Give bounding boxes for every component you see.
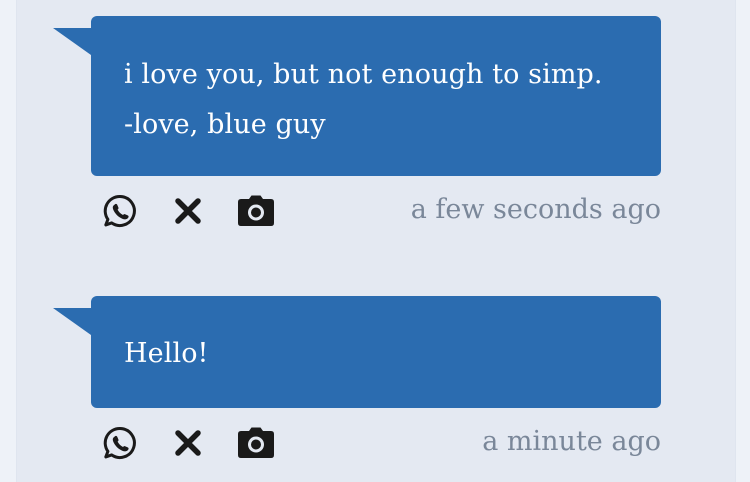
camera-icon [238,427,274,458]
x-share-button[interactable] [169,424,207,462]
x-icon [175,430,201,456]
whatsapp-share-button[interactable] [101,424,139,462]
message-text-line: i love you, but not enough to simp. [124,59,603,90]
x-icon [175,198,201,224]
page: i love you, but not enough to simp. -lov… [0,0,750,482]
whatsapp-share-button[interactable] [101,192,139,230]
message-actions: a few seconds ago [101,192,661,232]
message-bubble: i love you, but not enough to simp. -lov… [53,16,661,176]
bubble-tail [53,308,91,335]
whatsapp-icon [103,426,136,459]
message-text-line: Hello! [124,338,209,369]
x-share-button[interactable] [169,192,207,230]
camera-button[interactable] [237,192,275,230]
camera-button[interactable] [237,424,275,462]
message-text-line: -love, blue guy [124,109,326,140]
whatsapp-icon [103,194,136,227]
camera-icon [238,195,274,226]
bubble-tail [53,28,91,55]
message-timestamp: a minute ago [482,426,661,457]
message-timestamp: a few seconds ago [410,194,661,225]
message-actions: a minute ago [101,424,661,464]
message-bubble: Hello! [53,296,661,408]
message-feed: i love you, but not enough to simp. -lov… [16,0,736,482]
